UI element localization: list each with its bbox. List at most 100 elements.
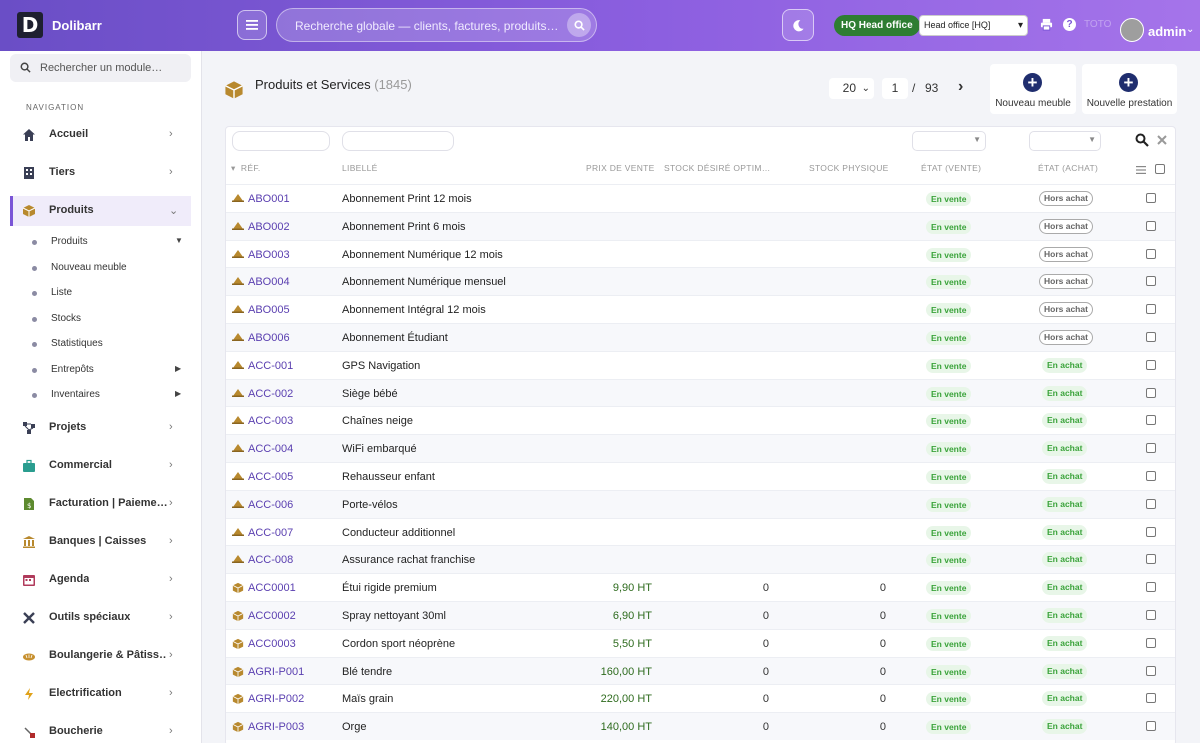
avatar[interactable] — [1120, 18, 1144, 42]
product-ref-link[interactable]: ACC-008 — [248, 554, 293, 566]
chevron-down-icon[interactable]: ⌄ — [1186, 24, 1194, 35]
new-service-button[interactable]: + Nouvelle prestation — [1082, 64, 1177, 114]
module-search-input[interactable]: Rechercher un module… — [10, 54, 191, 82]
help-icon[interactable]: ? — [1063, 18, 1076, 31]
sidebar-subitem-produits[interactable]: Produits ▼ — [26, 233, 191, 253]
product-ref-link[interactable]: ABO005 — [248, 304, 290, 316]
sidebar-item-agenda[interactable]: Agenda › — [10, 565, 191, 595]
hq-badge[interactable]: HQ Head office — [834, 15, 920, 36]
global-search-button[interactable] — [567, 13, 591, 37]
logo[interactable]: D — [17, 12, 43, 38]
table-row[interactable]: ABO005 Abonnement Intégral 12 mois En vent… — [226, 295, 1175, 323]
sidebar-subitem-stocks[interactable]: Stocks — [26, 310, 191, 330]
col-head-sale-status[interactable]: ÉTAT (VENTE) — [921, 163, 981, 173]
filter-ref-input[interactable] — [232, 131, 330, 151]
sidebar-item-accueil[interactable]: Accueil › — [10, 120, 191, 150]
search-icon[interactable] — [1135, 133, 1149, 147]
page-number-input[interactable]: 1 — [882, 78, 908, 99]
row-checkbox[interactable] — [1146, 693, 1156, 704]
product-ref-link[interactable]: ABO004 — [248, 276, 290, 288]
sidebar-item-commercial[interactable]: Commercial › — [10, 451, 191, 481]
table-row[interactable]: ABO002 Abonnement Print 6 mois En vente Hor… — [226, 211, 1175, 240]
row-checkbox[interactable] — [1146, 582, 1156, 593]
row-checkbox[interactable] — [1146, 637, 1156, 648]
row-checkbox[interactable] — [1146, 498, 1156, 509]
row-checkbox[interactable] — [1146, 471, 1156, 481]
row-checkbox[interactable] — [1146, 721, 1156, 732]
next-page-button[interactable]: › — [958, 78, 963, 96]
entity-select[interactable]: Head office [HQ] ▾ — [919, 15, 1028, 36]
sidebar-subitem-statistiques[interactable]: Statistiques — [26, 335, 191, 355]
table-row[interactable]: ACC0003 Cordon sport néoprène 5,50 HT 0 0 En … — [226, 628, 1175, 657]
sidebar-item-electrification[interactable]: Electrification › — [10, 679, 191, 709]
per-page-select[interactable]: 20 ⌄ — [829, 78, 874, 99]
col-head-buy-status[interactable]: ÉTAT (ACHAT) — [1038, 163, 1098, 173]
col-head-stock-phys[interactable]: STOCK PHYSIQUE — [809, 163, 889, 173]
table-row[interactable]: ACC-002 Siège bébé En vente En achat — [226, 378, 1175, 407]
product-ref-link[interactable]: ACC-005 — [248, 471, 293, 483]
row-checkbox[interactable] — [1146, 526, 1156, 537]
table-row[interactable]: ABO006 Abonnement Étudiant En vente Hors ac… — [226, 323, 1175, 351]
table-row[interactable]: ACC-007 Conducteur additionnel En vente En … — [226, 517, 1175, 546]
row-checkbox[interactable] — [1146, 332, 1156, 342]
dark-mode-toggle[interactable] — [782, 9, 814, 41]
product-ref-link[interactable]: ACC-001 — [248, 360, 293, 372]
table-row[interactable]: ACC-006 Porte-vélos En vente En achat — [226, 489, 1175, 518]
filter-label-input[interactable] — [342, 131, 454, 151]
sidebar-item-boucherie[interactable]: Boucherie › — [10, 717, 191, 743]
product-ref-link[interactable]: ACC0001 — [248, 582, 296, 594]
row-checkbox[interactable] — [1146, 220, 1156, 231]
col-head-label[interactable]: LIBELLÉ — [342, 163, 378, 173]
product-ref-link[interactable]: ACC0003 — [248, 638, 296, 650]
sidebar-subitem-inventaires[interactable]: Inventaires ▶ — [26, 386, 191, 406]
row-checkbox[interactable] — [1146, 304, 1156, 315]
table-row[interactable]: ACC-003 Chaînes neige En vente En achat — [226, 406, 1175, 434]
col-head-price[interactable]: PRIX DE VENTE — [586, 163, 655, 173]
sidebar-item-boulangerie[interactable]: Boulangerie & Pâtiss… › — [10, 641, 191, 671]
table-row[interactable]: ACC-004 WiFi embarqué En vente En achat — [226, 434, 1175, 462]
product-ref-link[interactable]: AGRI-P001 — [248, 666, 304, 678]
filter-buy-select[interactable]: ▼ — [1029, 131, 1101, 151]
row-checkbox[interactable] — [1146, 193, 1156, 203]
sidebar-subitem-entrepots[interactable]: Entrepôts ▶ — [26, 361, 191, 381]
table-row[interactable]: ACC-005 Rehausseur enfant En vente En achat — [226, 462, 1175, 490]
sidebar-item-projets[interactable]: Projets › — [10, 413, 191, 443]
print-icon[interactable] — [1040, 18, 1053, 34]
row-checkbox[interactable] — [1146, 665, 1156, 676]
row-checkbox[interactable] — [1146, 443, 1156, 454]
row-checkbox[interactable] — [1146, 415, 1156, 426]
sidebar-item-outils[interactable]: Outils spéciaux › — [10, 603, 191, 633]
product-ref-link[interactable]: ACC0002 — [248, 610, 296, 622]
sidebar-subitem-nouveau-meuble[interactable]: Nouveau meuble — [26, 259, 191, 279]
product-ref-link[interactable]: ABO002 — [248, 221, 290, 233]
row-checkbox[interactable] — [1146, 610, 1156, 620]
new-furniture-button[interactable]: + Nouveau meuble — [990, 64, 1076, 114]
product-ref-link[interactable]: ACC-002 — [248, 388, 293, 400]
table-row[interactable]: ABO004 Abonnement Numérique mensuel En ven… — [226, 267, 1175, 296]
table-row[interactable]: ABO003 Abonnement Numérique 12 mois En ven… — [226, 239, 1175, 268]
sidebar-subitem-liste[interactable]: Liste — [26, 284, 191, 304]
sidebar-item-tiers[interactable]: Tiers › — [10, 158, 191, 188]
global-search-input[interactable]: Recherche globale — clients, factures, p… — [276, 8, 597, 42]
sidebar-item-produits[interactable]: Produits ⌄ — [10, 196, 191, 226]
row-checkbox[interactable] — [1146, 276, 1156, 287]
row-checkbox[interactable] — [1146, 387, 1156, 398]
product-ref-link[interactable]: AGRI-P003 — [248, 721, 304, 733]
product-ref-link[interactable]: ACC-004 — [248, 443, 293, 455]
table-row[interactable]: ACC-008 Assurance rachat franchise En vent… — [226, 545, 1175, 574]
sidebar-item-banques[interactable]: Banques | Caisses › — [10, 527, 191, 557]
close-icon[interactable] — [1157, 135, 1167, 145]
table-row[interactable]: ACC-001 GPS Navigation En vente En achat — [226, 350, 1175, 379]
select-all-checkbox[interactable] — [1155, 164, 1165, 174]
product-ref-link[interactable]: ABO003 — [248, 249, 290, 261]
sidebar-item-facturation[interactable]: $ Facturation | Paieme… › — [10, 489, 191, 519]
user-name[interactable]: admin — [1148, 24, 1186, 39]
product-ref-link[interactable]: ABO001 — [248, 193, 290, 205]
table-row[interactable]: ACC0001 Étui rigide premium 9,90 HT 0 0 En ve… — [226, 573, 1175, 601]
product-ref-link[interactable]: ACC-006 — [248, 499, 293, 511]
table-row[interactable]: ACC0002 Spray nettoyant 30ml 6,90 HT 0 0 En v… — [226, 601, 1175, 629]
product-ref-link[interactable]: ABO006 — [248, 332, 290, 344]
table-row[interactable]: AGRI-P002 Maïs grain 220,00 HT 0 0 En vente En… — [226, 684, 1175, 712]
product-ref-link[interactable]: ACC-007 — [248, 527, 293, 539]
product-ref-link[interactable]: ACC-003 — [248, 415, 293, 427]
